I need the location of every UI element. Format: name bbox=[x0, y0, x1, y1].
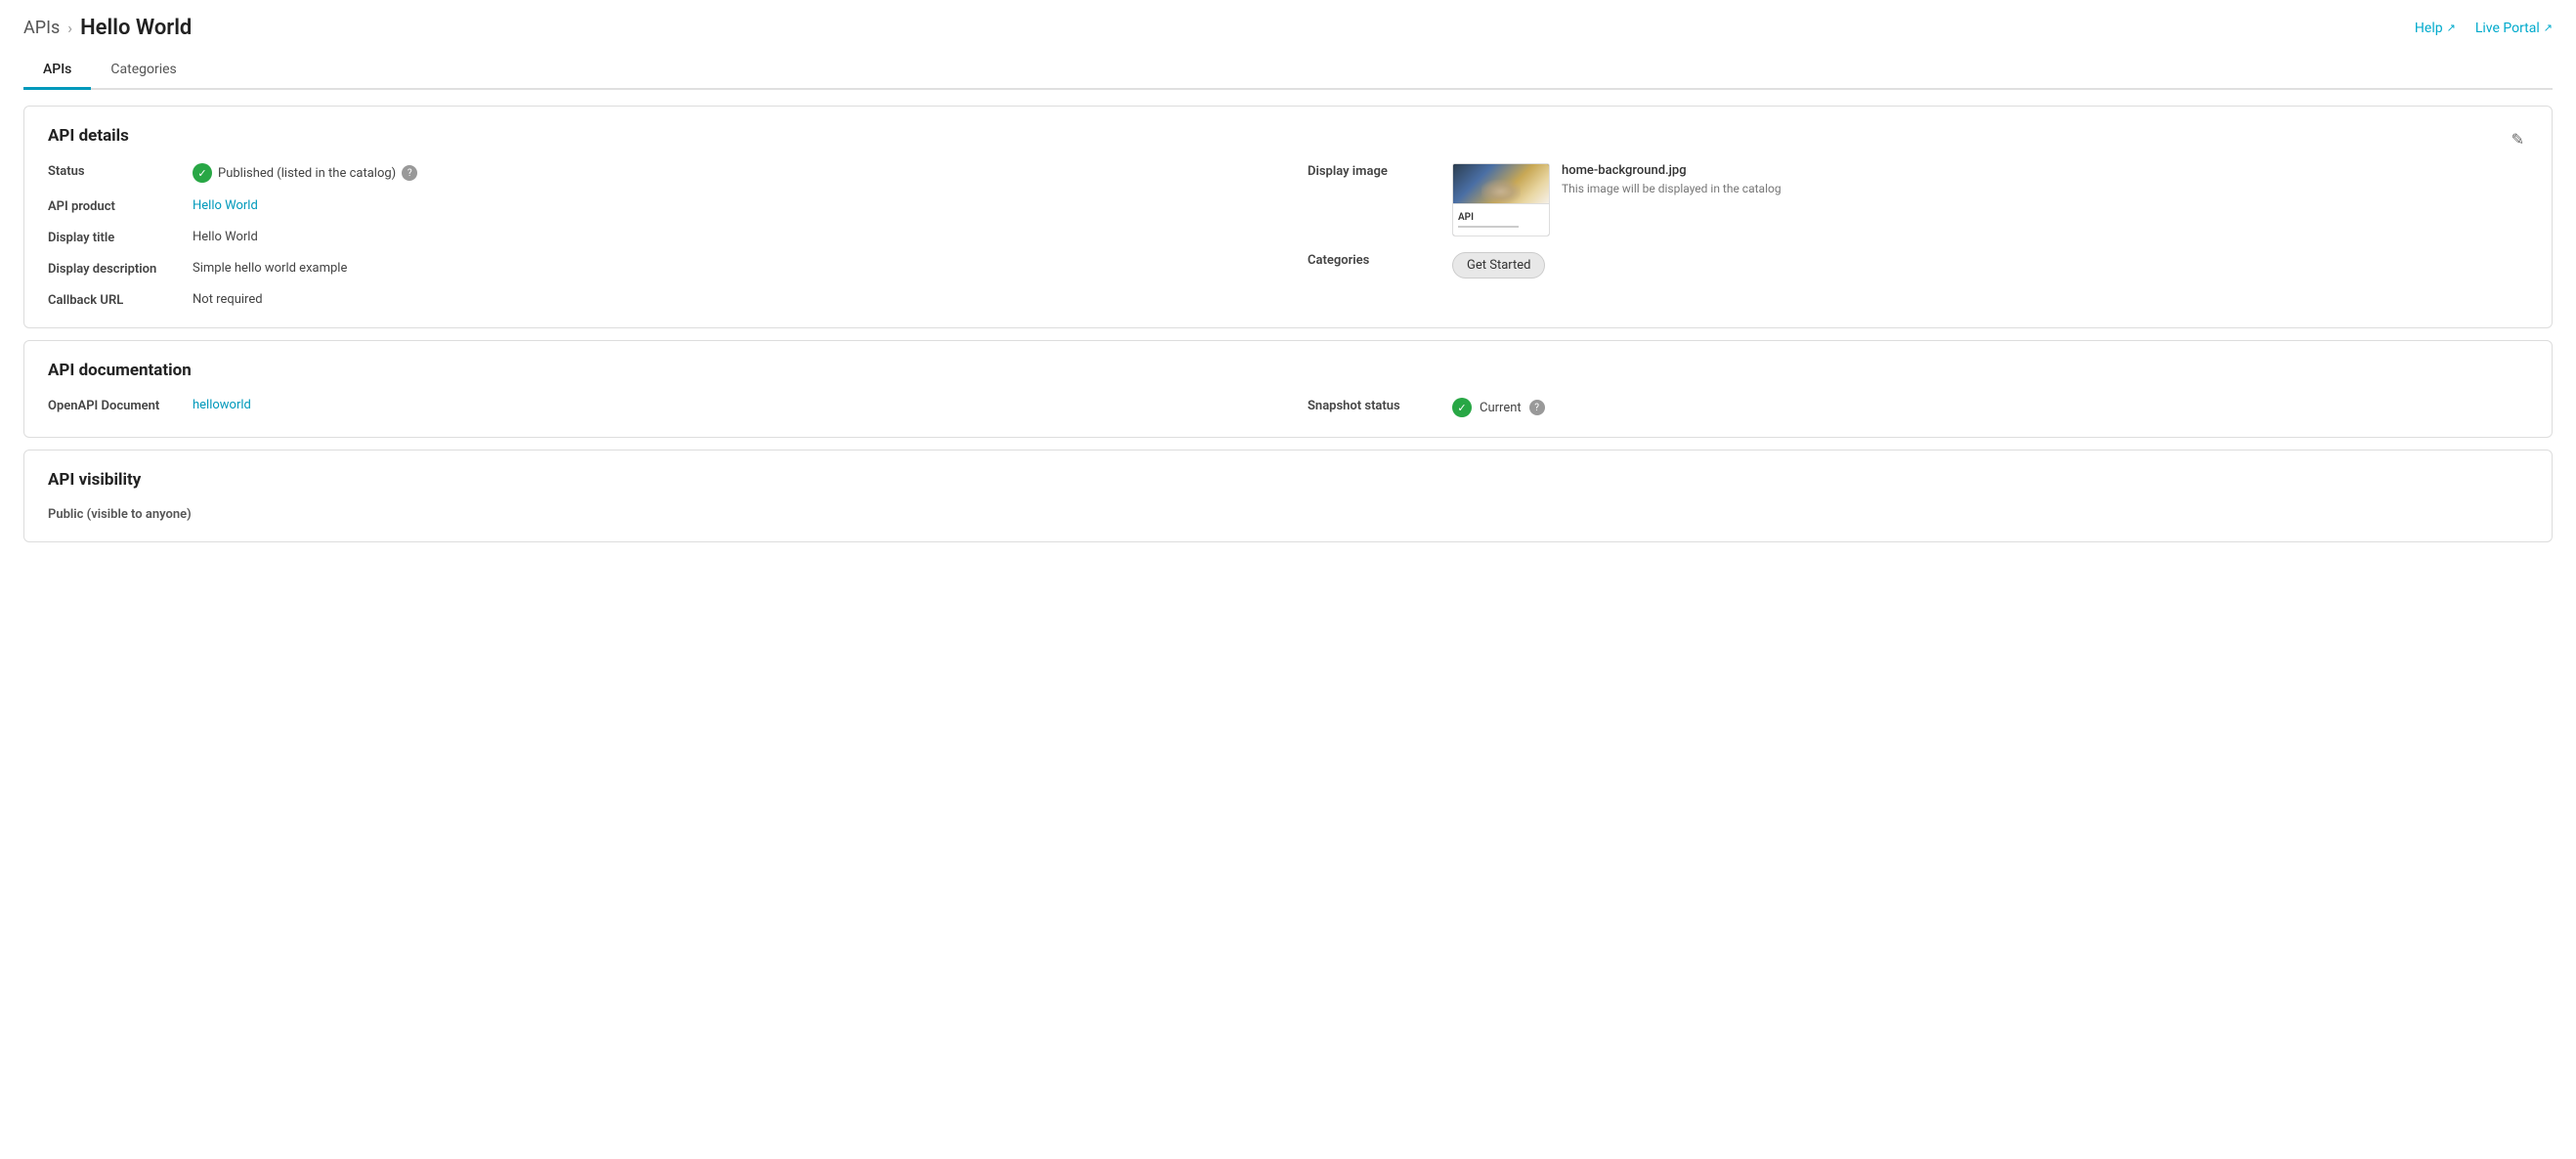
categories-label: Categories bbox=[1308, 252, 1444, 268]
display-desc-row: Display description Simple hello world e… bbox=[48, 261, 1268, 277]
snapshot-check-icon: ✓ bbox=[1452, 398, 1472, 417]
api-details-card: API details ✎ Status ✓ Published (listed… bbox=[23, 106, 2553, 328]
header-links: Help ↗ Live Portal ↗ bbox=[2415, 21, 2553, 36]
display-desc-label: Display description bbox=[48, 261, 185, 277]
tab-categories[interactable]: Categories bbox=[91, 52, 195, 90]
display-image-row: Display image API home-bac bbox=[1308, 163, 2528, 236]
status-badge: ✓ Published (listed in the catalog) ? bbox=[193, 163, 417, 183]
callback-url-label: Callback URL bbox=[48, 292, 185, 308]
api-visibility-title: API visibility bbox=[48, 470, 2528, 490]
api-documentation-title: API documentation bbox=[48, 361, 2528, 380]
status-value: Published (listed in the catalog) bbox=[218, 166, 396, 181]
snapshot-help-icon[interactable]: ? bbox=[1529, 400, 1545, 415]
breadcrumb: APIs › Hello World bbox=[23, 16, 192, 40]
snapshot-label: Snapshot status bbox=[1308, 398, 1444, 413]
visibility-value: Public (visible to anyone) bbox=[48, 507, 192, 522]
snapshot-value: Current bbox=[1480, 401, 1522, 415]
breadcrumb-separator: › bbox=[67, 19, 72, 37]
tabs-row: APIs Categories bbox=[23, 52, 2553, 90]
tab-apis[interactable]: APIs bbox=[23, 52, 91, 90]
api-documentation-card: API documentation OpenAPI Document hello… bbox=[23, 340, 2553, 438]
image-thumbnail: API bbox=[1452, 163, 1550, 236]
rocket-background bbox=[1453, 164, 1549, 203]
breadcrumb-apis[interactable]: APIs bbox=[23, 18, 60, 38]
snapshot-row: Snapshot status ✓ Current ? bbox=[1308, 398, 2528, 417]
api-label-text: API bbox=[1458, 212, 1544, 223]
category-tag[interactable]: Get Started bbox=[1452, 252, 1545, 279]
openapi-value[interactable]: helloworld bbox=[193, 398, 251, 412]
display-title-label: Display title bbox=[48, 230, 185, 245]
categories-row: Categories Get Started bbox=[1308, 252, 2528, 279]
live-portal-label: Live Portal bbox=[2475, 21, 2540, 36]
openapi-row: OpenAPI Document helloworld bbox=[48, 398, 1268, 417]
api-product-label: API product bbox=[48, 198, 185, 214]
image-info: home-background.jpg This image will be d… bbox=[1562, 163, 1782, 195]
api-details-left: Status ✓ Published (listed in the catalo… bbox=[48, 163, 1268, 308]
help-label: Help bbox=[2415, 21, 2443, 36]
callback-url-row: Callback URL Not required bbox=[48, 292, 1268, 308]
edit-button[interactable]: ✎ bbox=[2508, 126, 2528, 153]
snapshot-section: ✓ Current ? bbox=[1452, 398, 1545, 417]
display-image-label: Display image bbox=[1308, 163, 1444, 179]
api-details-title: API details bbox=[48, 126, 129, 146]
callback-url-value: Not required bbox=[193, 292, 263, 307]
api-product-value[interactable]: Hello World bbox=[193, 198, 258, 213]
help-ext-icon: ↗ bbox=[2447, 21, 2456, 34]
live-portal-ext-icon: ↗ bbox=[2544, 21, 2553, 34]
status-label: Status bbox=[48, 163, 185, 179]
display-desc-value: Simple hello world example bbox=[193, 261, 347, 276]
api-label-bar: API bbox=[1453, 203, 1549, 236]
status-row: Status ✓ Published (listed in the catalo… bbox=[48, 163, 1268, 183]
page-title: Hello World bbox=[80, 16, 192, 40]
status-help-icon[interactable]: ? bbox=[402, 165, 417, 181]
api-visibility-card: API visibility Public (visible to anyone… bbox=[23, 450, 2553, 542]
api-product-row: API product Hello World bbox=[48, 198, 1268, 214]
display-title-value: Hello World bbox=[193, 230, 258, 244]
help-link[interactable]: Help ↗ bbox=[2415, 21, 2456, 36]
live-portal-link[interactable]: Live Portal ↗ bbox=[2475, 21, 2553, 36]
published-check-icon: ✓ bbox=[193, 163, 212, 183]
openapi-label: OpenAPI Document bbox=[48, 398, 185, 413]
gray-line bbox=[1458, 226, 1519, 228]
display-title-row: Display title Hello World bbox=[48, 230, 1268, 245]
doc-content: OpenAPI Document helloworld Snapshot sta… bbox=[48, 398, 2528, 417]
display-image-section: API home-background.jpg This image will … bbox=[1452, 163, 1782, 236]
categories-section: Get Started bbox=[1452, 252, 1545, 279]
rocket-smoke bbox=[1481, 180, 1520, 203]
api-details-right: Display image API home-bac bbox=[1308, 163, 2528, 308]
image-filename: home-background.jpg bbox=[1562, 163, 1782, 178]
image-hint: This image will be displayed in the cata… bbox=[1562, 182, 1782, 195]
visibility-row: Public (visible to anyone) bbox=[48, 507, 2528, 522]
